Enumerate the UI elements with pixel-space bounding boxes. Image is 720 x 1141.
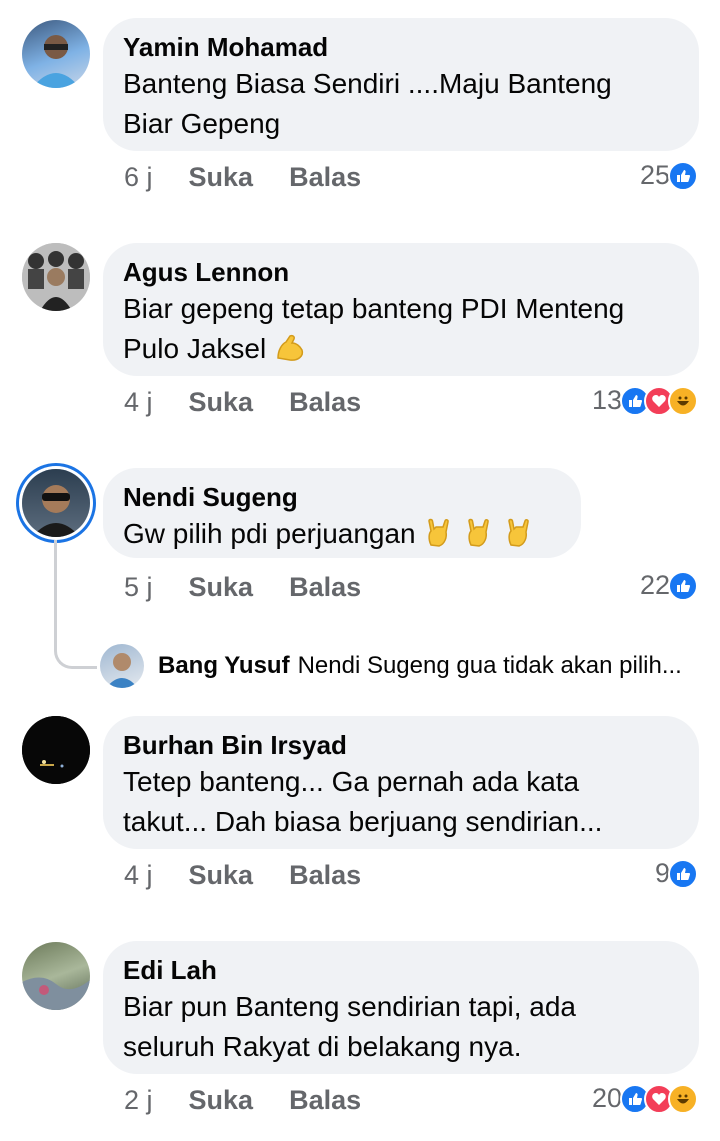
reaction-summary[interactable]: 13 — [592, 385, 698, 416]
comment-line: Biar Gepeng — [123, 108, 281, 139]
comment-bubble: Edi Lah Biar pun Banteng sendirian tapi,… — [103, 941, 699, 1074]
comment-time[interactable]: 5 j — [124, 572, 153, 603]
comment-time[interactable]: 4 j — [124, 860, 153, 891]
sign-of-horns-emoji — [463, 517, 495, 560]
comment-text: Tetep banteng... Ga pernah ada kata taku… — [123, 762, 679, 842]
like-button[interactable]: Suka — [189, 1085, 254, 1116]
comment-line: takut... Dah biasa berjuang sendirian... — [123, 806, 603, 837]
comment-actions: 4 j Suka Balas — [124, 387, 361, 418]
comment-actions: 6 j Suka Balas — [124, 162, 361, 193]
reaction-summary[interactable]: 22 — [640, 570, 698, 601]
like-button[interactable]: Suka — [189, 572, 254, 603]
reply-thread-connector — [54, 540, 97, 669]
reply-button[interactable]: Balas — [289, 387, 361, 418]
comment-line: Banteng Biasa Sendiri ....Maju Banteng — [123, 68, 612, 99]
comment-actions: 4 j Suka Balas — [124, 860, 361, 891]
comment-line: seluruh Rakyat di belakang nya. — [123, 1031, 522, 1062]
comment-text: Biar pun Banteng sendirian tapi, ada sel… — [123, 987, 679, 1067]
comment-text: Biar gepeng tetap banteng PDI Menteng Pu… — [123, 289, 679, 375]
reply-preview[interactable]: Bang Yusuf Nendi Sugeng gua tidak akan p… — [100, 644, 682, 688]
comment-author[interactable]: Yamin Mohamad — [123, 30, 679, 64]
comment-author[interactable]: Nendi Sugeng — [123, 480, 561, 514]
avatar[interactable] — [22, 243, 90, 311]
comment-author[interactable]: Burhan Bin Irsyad — [123, 728, 679, 762]
reply-text: Nendi Sugeng gua tidak akan pilih... — [297, 652, 682, 679]
like-reaction-icon — [668, 160, 698, 191]
comment-text: Gw pilih pdi perjuangan — [123, 514, 561, 560]
comment-text: Banteng Biasa Sendiri ....Maju Banteng B… — [123, 64, 679, 144]
reaction-summary[interactable]: 20 — [592, 1083, 698, 1114]
reply-button[interactable]: Balas — [289, 162, 361, 193]
reaction-count: 25 — [639, 160, 670, 190]
avatar[interactable] — [100, 644, 144, 688]
like-button[interactable]: Suka — [189, 860, 254, 891]
like-reaction-icon — [668, 858, 698, 889]
sign-of-horns-emoji — [423, 517, 455, 560]
comment-time[interactable]: 2 j — [124, 1085, 153, 1116]
reaction-count: 13 — [591, 385, 622, 415]
flexed-biceps-emoji — [274, 332, 306, 375]
comment-bubble: Burhan Bin Irsyad Tetep banteng... Ga pe… — [103, 716, 699, 849]
like-button[interactable]: Suka — [189, 162, 254, 193]
comment-author[interactable]: Agus Lennon — [123, 255, 679, 289]
comment-bubble: Agus Lennon Biar gepeng tetap banteng PD… — [103, 243, 699, 376]
comment-time[interactable]: 6 j — [124, 162, 153, 193]
comment-line: Pulo Jaksel — [123, 333, 267, 364]
reply-button[interactable]: Balas — [289, 860, 361, 891]
sign-of-horns-emoji — [503, 517, 535, 560]
avatar[interactable] — [22, 20, 90, 88]
comment-time[interactable]: 4 j — [124, 387, 153, 418]
reply-button[interactable]: Balas — [289, 572, 361, 603]
like-reaction-icon — [668, 570, 698, 601]
comment-bubble: Yamin Mohamad Banteng Biasa Sendiri ....… — [103, 18, 699, 151]
reaction-count: 20 — [591, 1083, 622, 1113]
reaction-summary[interactable]: 9 — [655, 858, 698, 889]
avatar[interactable] — [22, 469, 90, 537]
comment-line: Tetep banteng... Ga pernah ada kata — [123, 766, 580, 797]
reaction-summary[interactable]: 25 — [640, 160, 698, 191]
comment-bubble: Nendi Sugeng Gw pilih pdi perjuangan — [103, 468, 581, 558]
like-button[interactable]: Suka — [189, 387, 254, 418]
comment-line: Biar gepeng tetap banteng PDI Menteng — [123, 293, 625, 324]
avatar[interactable] — [22, 942, 90, 1010]
reply-button[interactable]: Balas — [289, 1085, 361, 1116]
reaction-count: 22 — [639, 570, 670, 600]
comment-actions: 5 j Suka Balas — [124, 572, 361, 603]
comment-line: Gw pilih pdi perjuangan — [123, 518, 416, 549]
comment-author[interactable]: Edi Lah — [123, 953, 679, 987]
haha-reaction-icon — [668, 1083, 698, 1114]
comment-line: Biar pun Banteng sendirian tapi, ada — [123, 991, 576, 1022]
reply-author[interactable]: Bang Yusuf — [158, 652, 290, 680]
avatar[interactable] — [22, 716, 90, 784]
comment-line-with-emoji: Pulo Jaksel — [123, 329, 679, 375]
haha-reaction-icon — [668, 385, 698, 416]
comment-actions: 2 j Suka Balas — [124, 1085, 361, 1116]
